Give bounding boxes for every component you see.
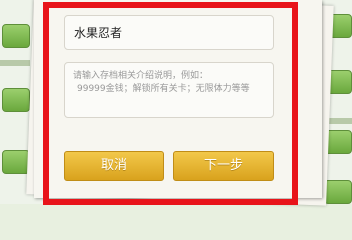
background-left-column bbox=[0, 0, 30, 204]
background-game-tile bbox=[2, 88, 30, 112]
background-game-tile bbox=[2, 24, 30, 48]
background-game-tile bbox=[2, 150, 30, 174]
background-game-tile bbox=[324, 180, 352, 204]
background-divider bbox=[0, 60, 30, 66]
highlight-frame bbox=[43, 2, 298, 205]
